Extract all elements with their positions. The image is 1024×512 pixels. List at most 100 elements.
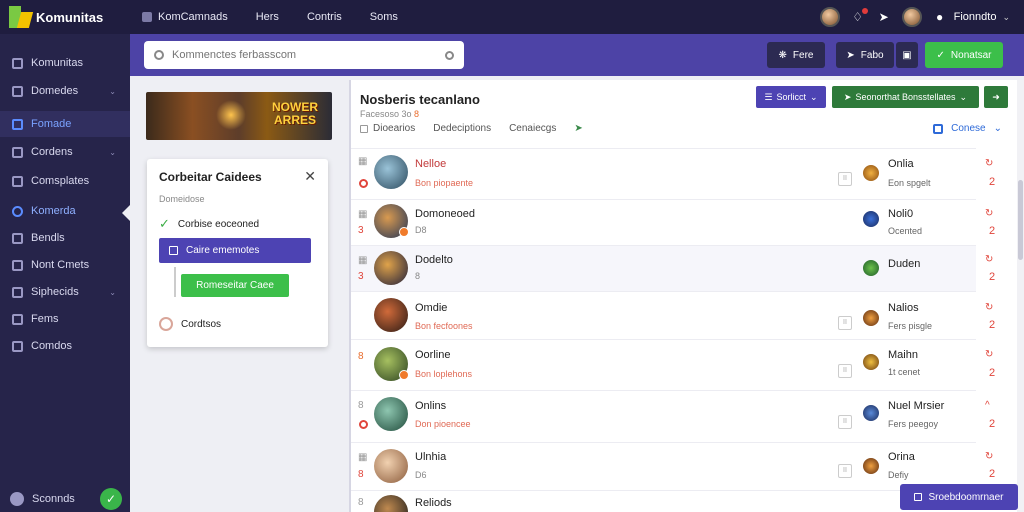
user-avatar[interactable] <box>901 7 922 27</box>
brand[interactable]: Komunitas <box>0 6 130 28</box>
status-badge <box>399 227 409 237</box>
chevron-down-icon[interactable]: ⌄ <box>109 148 116 157</box>
bonsstellates-button[interactable]: ➤ Seonorthat Bonsstellates ⌄ <box>832 86 979 108</box>
list-item[interactable]: Omdie Bon fecfoones II Nalios Fers pisgl… <box>351 291 995 339</box>
sorlicct-button[interactable]: ☰ Sorlicct ⌄ <box>756 86 826 108</box>
nav-item-hers[interactable]: Hers <box>256 11 279 23</box>
row-checkbox[interactable]: II <box>838 415 852 429</box>
avatar[interactable] <box>374 449 408 483</box>
sidebar-item-comsplates[interactable]: Comsplates <box>0 168 130 194</box>
refresh-icon[interactable]: ↻ <box>985 451 993 462</box>
row-checkbox[interactable]: II <box>838 316 852 330</box>
sidebar-item-siphecids[interactable]: Siphecids ⌄ <box>0 279 130 305</box>
sidebar-item-domedes[interactable]: Domedes ⌄ <box>0 78 130 104</box>
list-item[interactable]: ▦ 8 Ulnhia D6 II Orina Defiy ↻ 2 <box>351 442 995 490</box>
sidebar-footer[interactable]: Sconnds ✓ <box>10 488 122 510</box>
heart-icon <box>12 286 23 298</box>
user-menu[interactable]: ● Fionndto ⌄ <box>932 9 1010 25</box>
chevron-down-icon[interactable]: ⌄ <box>109 87 116 96</box>
row-checkbox[interactable]: II <box>838 464 852 478</box>
list-item[interactable]: 8 Oorline Bon loplehons II Maihn 1t cene… <box>351 339 995 390</box>
lock-button[interactable]: ▣ <box>896 42 918 68</box>
search-submit-icon[interactable] <box>445 50 454 60</box>
close-icon[interactable]: ✕ <box>304 168 316 185</box>
tab-label: Cenaiecgs <box>509 123 557 134</box>
sidebar-item-komerda[interactable]: Komerda <box>0 198 130 224</box>
scrollbar[interactable] <box>1017 80 1024 512</box>
sidebar-item-fomade[interactable]: Fomade <box>0 111 130 137</box>
pin-icon[interactable]: ➤ <box>876 9 892 25</box>
collapse-icon[interactable]: ^ <box>985 400 990 411</box>
row-count: 2 <box>989 225 996 237</box>
search-input[interactable] <box>172 49 437 61</box>
nav-item-contris[interactable]: Contris <box>307 11 342 23</box>
row-name: Ulnhia <box>415 451 447 463</box>
compose-icon <box>933 123 944 134</box>
list-item[interactable]: 8 Onlins Don pioencee II Nuel Mrsier Fer… <box>351 390 995 442</box>
sidebar-item-fems[interactable]: Fems <box>0 306 130 332</box>
row-name: Oorline <box>415 349 451 361</box>
avatar[interactable] <box>374 495 408 512</box>
scrollbar-thumb[interactable] <box>1018 180 1023 260</box>
arrow-icon: ➜ <box>992 91 1000 102</box>
top-navigation: Komunitas KomCamnads Hers Contris Soms ♢… <box>0 0 1024 34</box>
tab-pin[interactable]: ➤ <box>574 123 582 134</box>
refresh-icon[interactable]: ↻ <box>985 158 993 169</box>
row-checkbox[interactable]: II <box>838 172 852 186</box>
avatar[interactable] <box>374 397 408 431</box>
list-item[interactable]: 8 Reliods <box>351 490 976 512</box>
row-name: Nelloe <box>415 158 447 170</box>
list-item[interactable]: ▦ 3 Domoneoed D8 Noli0 Ocented ↻ 2 <box>351 199 995 245</box>
row-sub: Bon piopaente <box>415 178 474 188</box>
expand-button[interactable]: ➜ <box>984 86 1008 108</box>
refresh-icon[interactable]: ↻ <box>985 349 993 360</box>
sidebar: Komunitas Domedes ⌄ Fomade Cordens ⌄ Com… <box>0 34 130 512</box>
search-box[interactable] <box>144 41 464 69</box>
tab-dedeciptions[interactable]: Dedeciptions <box>433 123 491 134</box>
popup-primary-button[interactable]: Caire ememotes <box>159 238 311 263</box>
popup-footer-item[interactable]: Cordtsos <box>159 317 221 331</box>
nav-item-soms[interactable]: Soms <box>370 11 398 23</box>
top-avatar[interactable] <box>819 7 840 27</box>
sidebar-item-nont-cmets[interactable]: Nont Cmets <box>0 252 130 278</box>
avatar[interactable] <box>374 251 408 285</box>
nonatsar-button[interactable]: ✓ Nonatsar <box>925 42 1003 68</box>
sidebar-item-label: Siphecids <box>31 286 79 298</box>
sidebar-item-label: Fomade <box>31 118 72 130</box>
row-name: Reliods <box>415 497 452 509</box>
avatar[interactable] <box>374 298 408 332</box>
tab-cenaiecgs[interactable]: Cenaiecgs <box>509 123 556 134</box>
sroebdoomrnaer-button[interactable]: Sroebdoomrnaer <box>900 484 1018 510</box>
tab-dioearios[interactable]: Dioearios <box>360 123 415 134</box>
bell-icon[interactable]: ♢ <box>850 8 868 25</box>
alert-icon <box>359 420 368 429</box>
fere-button[interactable]: ❋ Fere <box>767 42 825 68</box>
check-button[interactable]: ✓ <box>100 488 122 510</box>
refresh-icon[interactable]: ↻ <box>985 302 993 313</box>
game-icon <box>863 211 879 227</box>
chevron-down-icon[interactable]: ⌄ <box>109 288 116 297</box>
sidebar-item-cordens[interactable]: Cordens ⌄ <box>0 139 130 165</box>
refresh-icon[interactable]: ↻ <box>985 208 993 219</box>
tab-label: Dedeciptions <box>433 123 492 134</box>
sidebar-item-bendls[interactable]: Bendls <box>0 225 130 251</box>
sidebar-item-komunitas[interactable]: Komunitas <box>0 50 130 76</box>
row-right-label: Maihn <box>888 349 918 361</box>
gear-icon: ❋ <box>778 49 787 61</box>
compose-button[interactable]: Conese ⌄ <box>933 123 1002 134</box>
sidebar-item-comdos[interactable]: Comdos <box>0 333 130 359</box>
wrench-icon <box>12 175 23 187</box>
button-label: Nonatsar <box>950 49 992 61</box>
popup-green-button[interactable]: Romeseitar Caee <box>181 274 289 297</box>
row-checkbox[interactable]: II <box>838 364 852 378</box>
popup-checked-item[interactable]: ✓ Corbise eoceoned <box>159 216 259 232</box>
list-item[interactable]: ▦ 3 Dodelto 8 Duden ↻ 2 <box>351 245 995 291</box>
row-right-label: Nuel Mrsier <box>888 400 945 412</box>
popup-checked-label: Corbise eoceoned <box>177 218 260 230</box>
game-banner[interactable]: NOWER ARRES <box>146 92 332 140</box>
list-item[interactable]: ▦ Nelloe Bon piopaente II Onlia Eon spge… <box>351 148 995 199</box>
avatar[interactable] <box>374 155 408 189</box>
nav-item-komcamnads[interactable]: KomCamnads <box>142 11 228 23</box>
fabo-button[interactable]: ➤ Fabo <box>836 42 894 68</box>
refresh-icon[interactable]: ↻ <box>985 254 993 265</box>
